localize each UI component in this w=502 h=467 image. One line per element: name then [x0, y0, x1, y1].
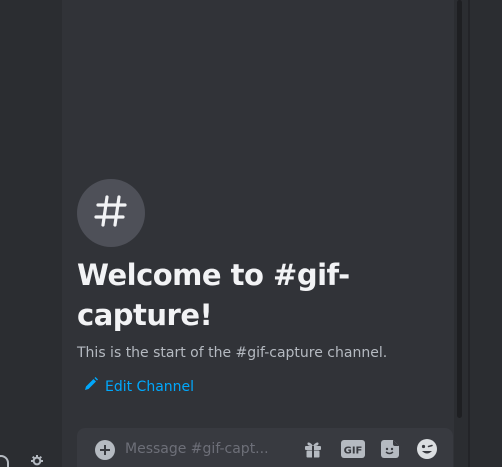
welcome-heading: Welcome to #gif-capture!: [77, 258, 350, 332]
plus-circle-icon[interactable]: [95, 440, 115, 460]
gif-icon[interactable]: GIF: [340, 438, 366, 460]
gear-icon[interactable]: [28, 455, 46, 467]
scrollbar-thumb[interactable]: [457, 0, 462, 418]
hashtag-icon: [91, 191, 131, 235]
pencil-icon: [84, 377, 98, 396]
channel-start-text: This is the start of the #gif-capture ch…: [77, 345, 388, 361]
gift-icon[interactable]: [301, 438, 325, 460]
emoji-icon[interactable]: [415, 438, 439, 460]
headphones-icon[interactable]: [0, 455, 10, 467]
edit-channel-button[interactable]: Edit Channel: [84, 377, 194, 396]
user-panel-controls: [0, 455, 62, 467]
channel-badge: [77, 179, 145, 247]
svg-text:GIF: GIF: [344, 446, 363, 457]
message-input[interactable]: [125, 437, 275, 461]
channel-sidebar: [0, 0, 62, 467]
sticker-icon[interactable]: [378, 438, 402, 460]
edit-channel-label: Edit Channel: [105, 378, 195, 395]
divider: [468, 0, 470, 467]
right-panel: [463, 0, 502, 467]
message-composer: GIF: [77, 428, 453, 467]
